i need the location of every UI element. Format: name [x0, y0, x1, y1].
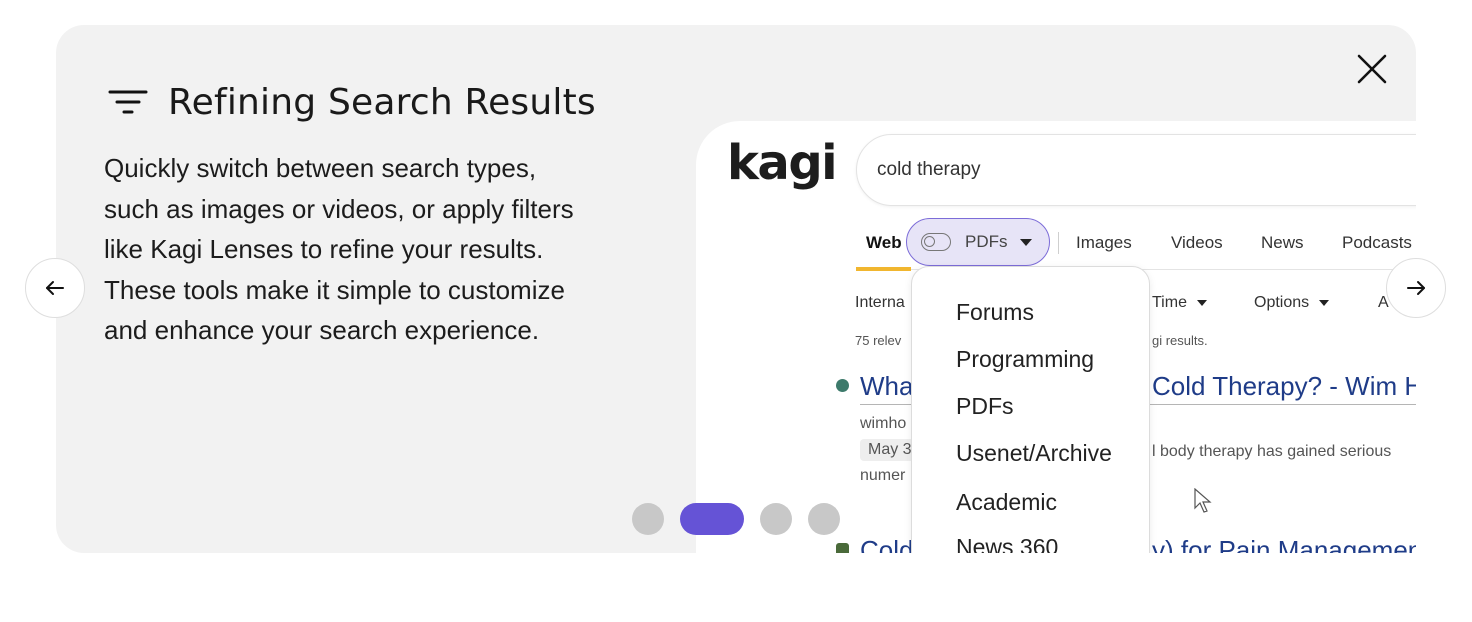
pagination-dot-4[interactable] [808, 503, 840, 535]
preview-search-query: cold therapy [877, 159, 981, 180]
preview-filter-time-label: Time [1152, 294, 1187, 311]
preview-tab-separator [1058, 232, 1059, 254]
lens-menu-item: Programming [956, 346, 1095, 372]
preview-filter-options-label: Options [1254, 294, 1310, 311]
lens-menu-item: News 360 [956, 534, 1059, 553]
preview-result2-title-tail: y) for Pain Managemen [1152, 535, 1416, 553]
preview-active-tab-underline [856, 267, 911, 271]
close-button[interactable] [1344, 44, 1400, 94]
pagination-dots [632, 503, 856, 535]
lens-menu-item: PDFs [956, 393, 1014, 419]
preview-filter-region-label: Interna [855, 294, 905, 311]
modal-description: Quickly switch between search types, suc… [104, 148, 644, 351]
favicon-icon [836, 543, 849, 553]
pagination-dot-2[interactable] [680, 503, 744, 535]
arrow-left-icon [46, 281, 64, 295]
lens-dropdown-menu: Forums Programming PDFs Usenet/Archive A… [911, 266, 1150, 553]
preview-result-snippet: l body therapy has gained serious [1152, 443, 1392, 460]
arrow-right-icon [1407, 281, 1425, 295]
kagi-logo: kagi [727, 135, 838, 191]
lens-menu-item: Forums [956, 299, 1034, 325]
previous-slide-button[interactable] [25, 258, 85, 318]
modal-header: Refining Search Results [108, 78, 596, 126]
preview-tab-web: Web [866, 233, 902, 252]
caret-down-icon [1319, 300, 1330, 306]
preview-lens-pill: PDFs [906, 218, 1050, 266]
description-line: These tools make it simple to customize [104, 274, 565, 305]
filter-icon [108, 82, 148, 122]
preview-results-count: 75 relev [855, 333, 902, 348]
preview-lens-label: PDFs [965, 232, 1008, 251]
lens-menu-item: Usenet/Archive [956, 440, 1112, 466]
preview-result-title-tail: Cold Therapy? - Wim Ho [1152, 371, 1416, 401]
preview-filter-time: Time [1152, 294, 1207, 312]
toggle-icon [921, 233, 951, 251]
close-icon [1357, 54, 1387, 84]
preview-filter-region: Interna [855, 294, 905, 312]
preview-result-snippet-start: numer [860, 467, 906, 484]
mouse-cursor-icon [1194, 488, 1212, 513]
lens-menu-item: Academic [956, 489, 1057, 515]
caret-down-icon [1019, 238, 1032, 246]
description-line: like Kagi Lenses to refine your results. [104, 234, 544, 264]
preview-results-count-tail: gi results. [1152, 333, 1208, 348]
preview-tab-videos: Videos [1171, 233, 1223, 252]
preview-result2-title: Cold [860, 535, 914, 553]
description-line: such as images or videos, or apply filte… [104, 193, 574, 224]
preview-tab-images: Images [1076, 233, 1132, 252]
description-line: Quickly switch between search types, [104, 153, 537, 183]
pagination-dot-1[interactable] [632, 503, 664, 535]
preview-tab-news: News [1261, 233, 1304, 252]
caret-down-icon [1196, 300, 1207, 306]
preview-search-box: cold therapy [856, 134, 1416, 206]
favicon-icon [836, 379, 849, 392]
next-slide-button[interactable] [1386, 258, 1446, 318]
feature-preview-image: kagi cold therapy Web PDFs Images Videos… [696, 121, 1416, 553]
modal-title: Refining Search Results [168, 81, 596, 123]
preview-tab-podcasts: Podcasts [1342, 233, 1412, 252]
description-line: and enhance your search experience. [104, 315, 540, 345]
preview-filter-options: Options [1254, 294, 1330, 312]
pagination-dot-3[interactable] [760, 503, 792, 535]
preview-result-site: wimho [860, 415, 907, 432]
preview-result-title: Wha [860, 371, 914, 401]
